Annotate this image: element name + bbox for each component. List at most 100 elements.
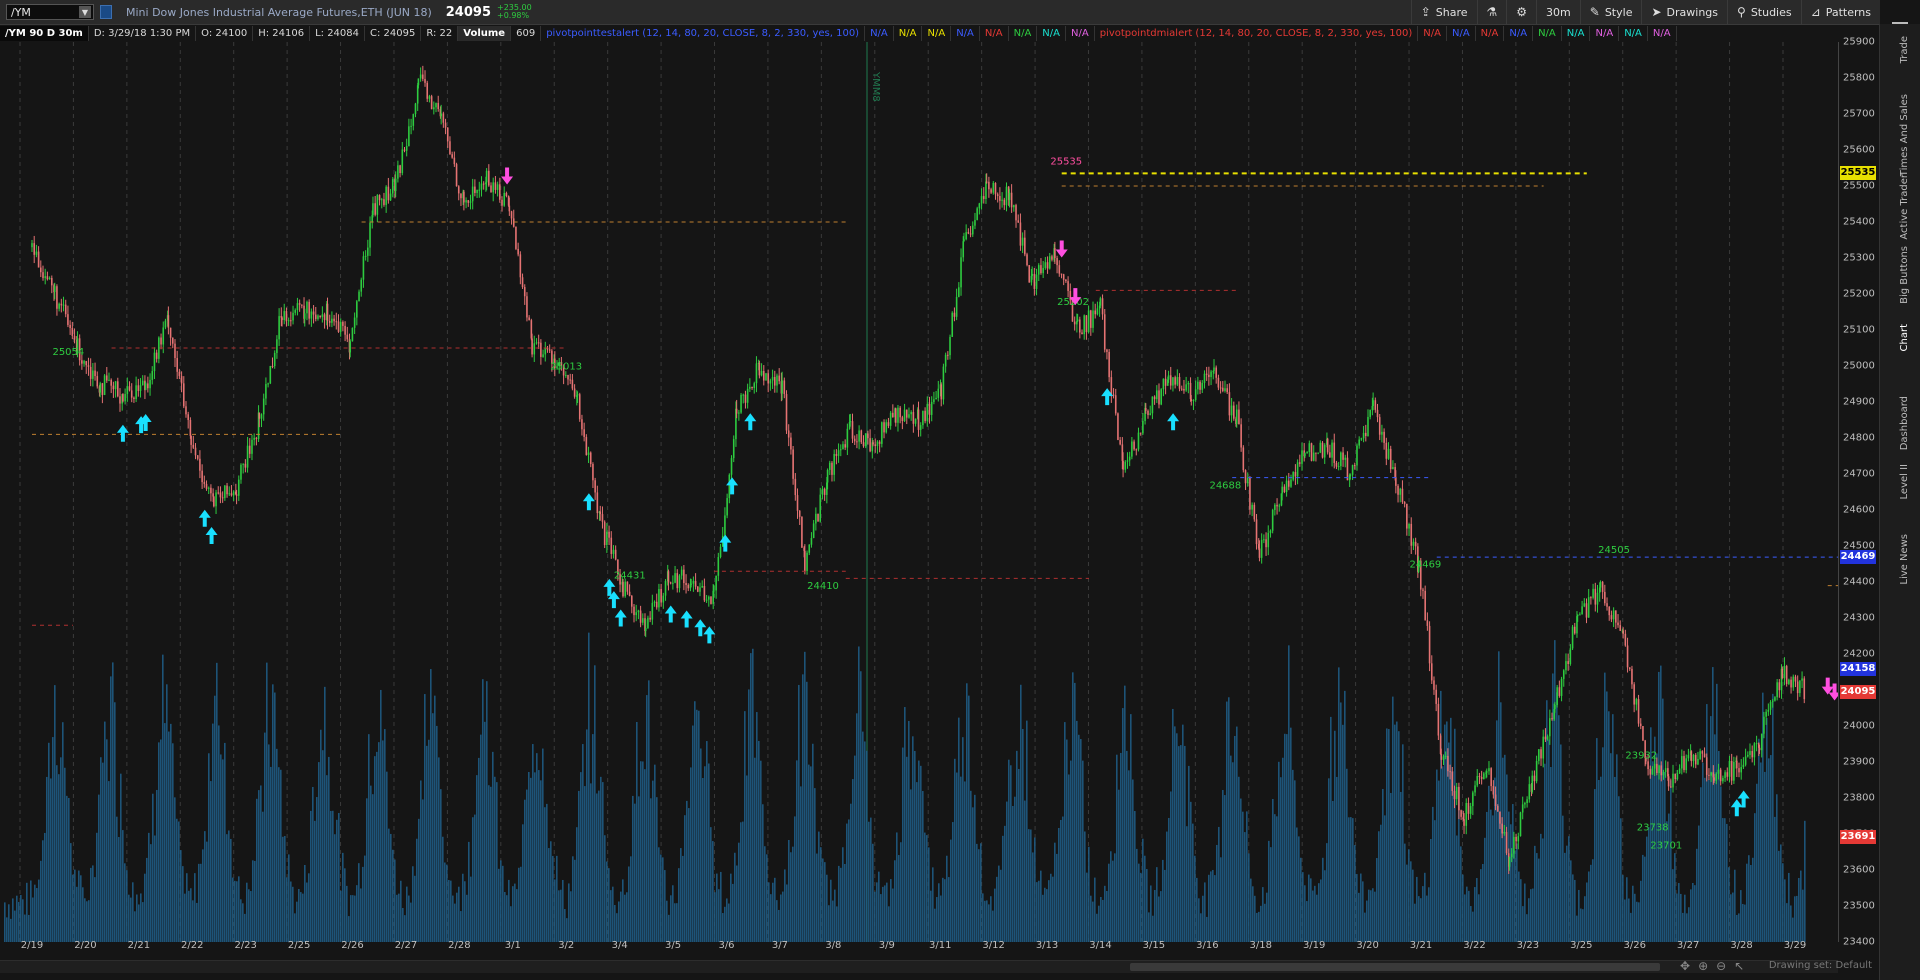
price-candle	[1096, 308, 1099, 315]
chart-scrollbar[interactable]	[0, 960, 1838, 973]
volume-bar	[814, 788, 816, 942]
price-candle	[1672, 773, 1674, 788]
gear-icon: ⚙	[1516, 5, 1528, 19]
volume-bar	[1450, 717, 1452, 942]
volume-bar	[1618, 796, 1620, 942]
volume-bar	[258, 790, 260, 942]
price-candle	[189, 419, 192, 436]
settings-button[interactable]: ⚙	[1506, 0, 1536, 24]
volume-bar	[350, 895, 352, 942]
price-candle	[1381, 431, 1383, 435]
volume-bar	[1590, 864, 1592, 942]
price-candle	[1683, 756, 1685, 771]
volume-bar	[30, 880, 32, 942]
volume-bar	[346, 885, 348, 942]
price-candle	[1383, 431, 1385, 443]
bar-range: R: 22	[421, 26, 459, 41]
chevron-down-icon[interactable]: ▼	[79, 6, 91, 18]
volume-bar	[1752, 857, 1754, 942]
price-candle	[644, 627, 647, 632]
price-candle	[1019, 222, 1022, 246]
volume-bar	[1402, 744, 1404, 942]
price-candle	[422, 74, 424, 79]
price-axis[interactable]: 25900 25800 25700 25600 25500 25400 25300 25200…	[1838, 37, 1881, 948]
volume-bar	[940, 895, 942, 942]
zoom-out-icon[interactable]: ⊖	[1716, 959, 1726, 973]
price-candle	[1287, 480, 1290, 487]
volume-bar	[1166, 831, 1168, 942]
side-tab-live-news[interactable]: Live News	[1899, 534, 1910, 585]
price-candle	[1581, 606, 1583, 615]
volume-bar	[1638, 902, 1640, 942]
study2-label[interactable]: pivotpointdmialert (12, 14, 80, 20, CLOS…	[1095, 26, 1419, 41]
volume-bar	[910, 789, 912, 942]
study1-flag: N/A	[894, 26, 923, 41]
side-tab-big-buttons[interactable]: Big Buttons	[1899, 246, 1910, 304]
price-candle	[226, 485, 228, 495]
scrollbar-thumb[interactable]	[1130, 963, 1660, 971]
volume-bar	[520, 866, 522, 942]
volume-bar	[836, 906, 838, 942]
side-tab-chart[interactable]: Chart	[1899, 324, 1910, 351]
price-candle	[1422, 589, 1424, 591]
price-candle	[303, 313, 306, 319]
bar-open: O: 24100	[196, 26, 254, 41]
price-candle	[537, 342, 540, 344]
volume-bar	[1308, 874, 1310, 942]
volume-bar	[234, 880, 236, 942]
price-candle	[581, 419, 583, 430]
volume-bar	[1594, 789, 1596, 942]
volume-bar	[792, 846, 794, 942]
link-icon[interactable]	[100, 5, 112, 19]
date-tick: 3/5	[665, 940, 682, 951]
volume-bar	[536, 753, 538, 942]
volume-bar	[1312, 890, 1314, 942]
study2-flag: N/A	[1533, 26, 1562, 41]
price-candle	[1197, 381, 1199, 390]
price-chart[interactable]: YMM8250542501324431244102520224688244692…	[0, 42, 1838, 942]
volume-bar	[1380, 824, 1382, 942]
price-candle	[296, 303, 299, 311]
volume-bar	[946, 855, 948, 942]
price-candle	[1135, 449, 1138, 451]
volume-bar	[438, 757, 440, 942]
style-button[interactable]: ✎ Style	[1579, 0, 1642, 24]
date-tick: 3/6	[718, 940, 735, 951]
price-candle	[1472, 792, 1474, 807]
price-candle	[317, 315, 319, 319]
price-candle	[758, 362, 761, 376]
side-tab-dashboard[interactable]: Dashboard	[1899, 396, 1910, 450]
volume-bar	[648, 680, 650, 942]
patterns-button[interactable]: ⊿ Patterns	[1800, 0, 1880, 24]
volume-bar	[1168, 817, 1170, 942]
side-tab-level-ii[interactable]: Level II	[1899, 464, 1910, 499]
volume-bar	[1774, 816, 1776, 942]
pan-icon[interactable]: ✥	[1680, 959, 1690, 973]
volume-bar	[1094, 877, 1096, 942]
drawings-button[interactable]: ➤ Drawings	[1641, 0, 1727, 24]
price-candle	[846, 428, 849, 448]
side-tab-times-and-sales[interactable]: Times And Sales	[1899, 94, 1910, 176]
time-axis[interactable]: 2/19 2/20 2/21 2/22 2/23 2/25 2/26 2/27 2/28 3/1 3…	[0, 940, 1838, 958]
study1-label[interactable]: pivotpointtestalert (12, 14, 80, 20, CLO…	[541, 26, 866, 41]
volume-bar	[1018, 768, 1020, 942]
studies-button[interactable]: ⚲ Studies	[1727, 0, 1801, 24]
volume-bar	[1272, 798, 1274, 942]
price-candle	[999, 196, 1001, 201]
price-candle	[505, 193, 508, 197]
price-candle	[1048, 256, 1051, 269]
volume-bar	[1432, 806, 1434, 942]
side-tab-active-trader[interactable]: Active Trader	[1899, 174, 1910, 240]
side-tab-trade[interactable]: Trade	[1899, 36, 1910, 63]
zoom-in-icon[interactable]: ⊕	[1698, 959, 1708, 973]
volume-bar	[606, 861, 608, 942]
volume-bar	[450, 880, 452, 942]
flask-button[interactable]: ⚗	[1476, 0, 1507, 24]
share-button[interactable]: ⇪ Share	[1410, 0, 1477, 24]
timeframe-button[interactable]: 30m	[1536, 0, 1580, 24]
volume-bar	[1706, 704, 1708, 942]
price-candle	[1658, 765, 1660, 774]
symbol-selector[interactable]: /YM ▼	[6, 4, 94, 20]
pointer-icon[interactable]: ↖	[1734, 959, 1744, 973]
volume-bar	[242, 903, 244, 942]
